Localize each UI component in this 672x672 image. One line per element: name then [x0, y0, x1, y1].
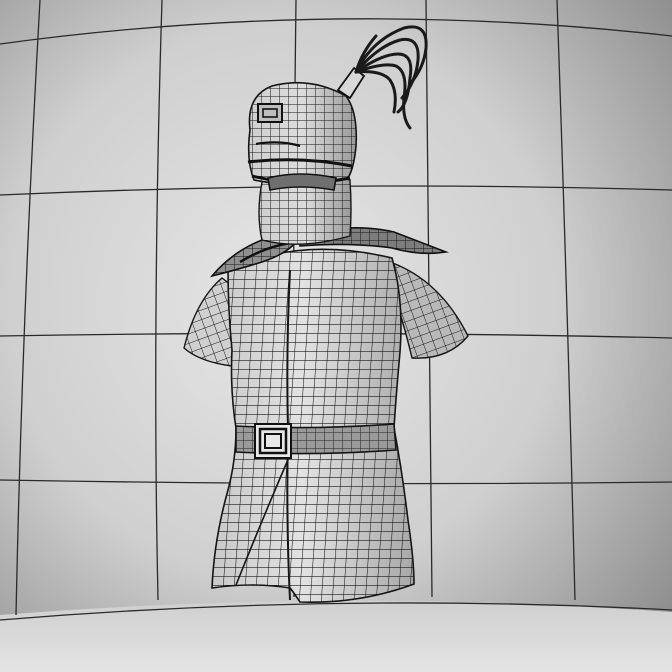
- 3d-viewport[interactable]: [0, 0, 672, 672]
- floor: [0, 600, 672, 672]
- scene-render: [0, 0, 672, 672]
- belt-buckle: [254, 423, 292, 459]
